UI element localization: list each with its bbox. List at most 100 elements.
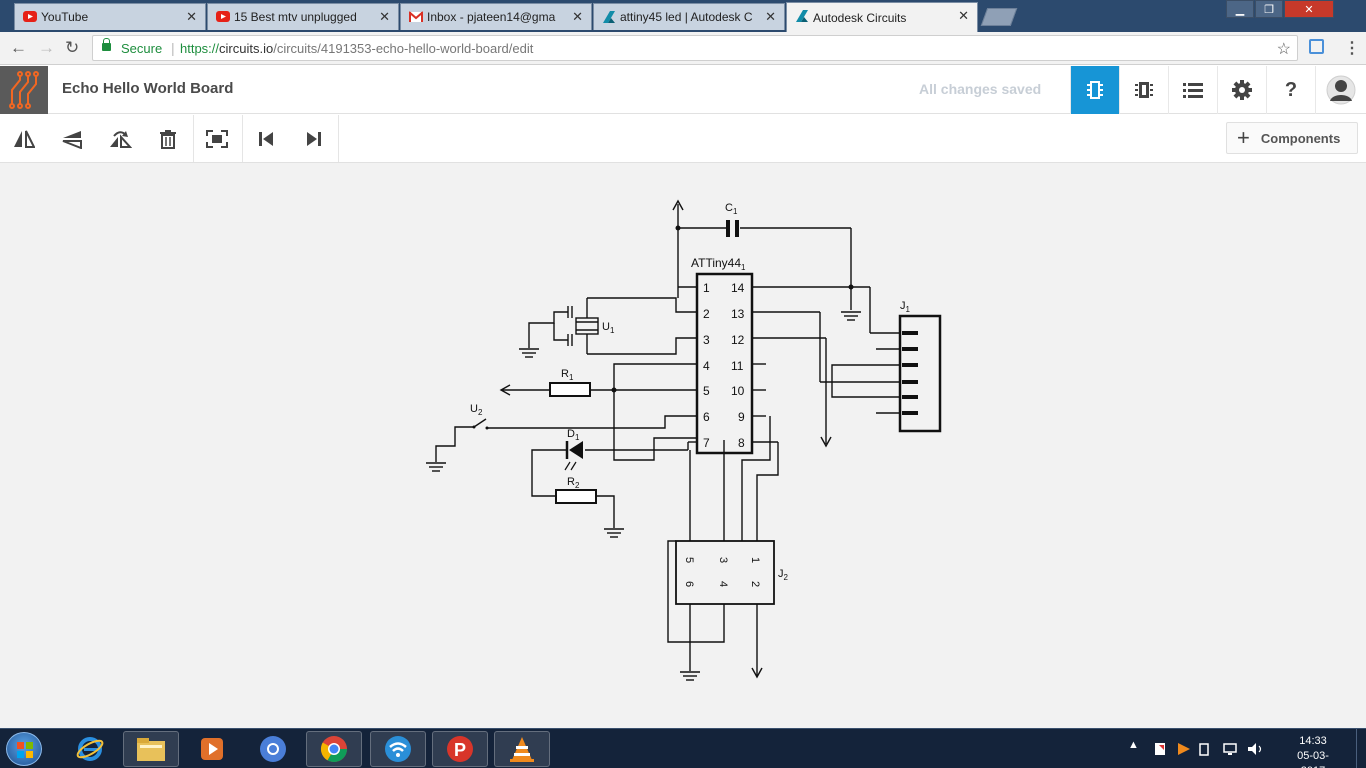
tab-title: Inbox - pjateen14@gma	[427, 10, 556, 24]
windows-logo-icon	[17, 742, 33, 758]
network-icon[interactable]	[1223, 743, 1237, 755]
j2-pin-label: 2	[749, 581, 761, 587]
step-back-icon	[259, 131, 273, 146]
tab-title: attiny45 led | Autodesk C	[620, 10, 753, 24]
schematic-canvas[interactable]: C1 ATTiny441 1 2 3 4 5 6 7 14 13 12 11 1…	[0, 163, 1366, 728]
tab-mtv-unplugged[interactable]: 15 Best mtv unplugged ✕	[207, 3, 399, 30]
add-components-button[interactable]: + Components	[1226, 122, 1358, 154]
tab-gmail-inbox[interactable]: Inbox - pjateen14@gma ✕	[400, 3, 592, 30]
browser-menu-icon[interactable]: ⋮	[1344, 38, 1360, 58]
tab-autodesk-circuits[interactable]: Autodesk Circuits ✕	[786, 2, 978, 32]
pcb-view-button[interactable]	[1119, 66, 1168, 114]
close-icon[interactable]: ✕	[379, 9, 390, 25]
url-separator: |	[171, 40, 175, 56]
tray-device-icon[interactable]	[1199, 743, 1209, 756]
j2-pin-label: 4	[717, 581, 729, 587]
led-d1[interactable]: D1	[564, 428, 583, 471]
vlc-icon	[510, 737, 534, 762]
tab-youtube[interactable]: YouTube ✕	[14, 3, 206, 30]
u1-label: U1	[602, 321, 615, 335]
step-forward-button[interactable]	[290, 115, 338, 162]
j2-pin-label: 1	[749, 557, 761, 563]
volume-icon[interactable]	[1248, 743, 1262, 755]
url-host: circuits.io	[219, 41, 274, 56]
tab-title: YouTube	[41, 10, 89, 24]
taskbar-file-explorer[interactable]	[123, 731, 179, 767]
psiphon-icon: P	[447, 736, 473, 762]
app-header: Echo Hello World Board All changes saved	[0, 66, 1366, 114]
back-icon[interactable]: ←	[10, 38, 27, 58]
rotate-button[interactable]	[96, 115, 144, 162]
maximize-button[interactable]: ❐	[1255, 0, 1283, 18]
close-icon[interactable]: ✕	[765, 9, 776, 25]
header-j1[interactable]: J1	[898, 300, 942, 433]
resonator-u1[interactable]: U1	[567, 306, 615, 346]
start-button[interactable]	[6, 732, 42, 766]
youtube-icon	[216, 11, 230, 22]
taskbar-chrome[interactable]	[306, 731, 362, 767]
bookmark-star-icon[interactable]: ☆	[1277, 39, 1291, 59]
action-center-icon[interactable]	[1155, 743, 1165, 755]
help-button[interactable]: ?	[1266, 66, 1315, 114]
chip-label: ATTiny441	[691, 256, 746, 272]
close-window-button[interactable]: ✕	[1284, 0, 1334, 18]
chromium-icon	[260, 736, 286, 762]
windows-taskbar: P ▲ 14:33 05-03-2017	[0, 728, 1366, 768]
taskbar-psiphon[interactable]: P	[432, 731, 488, 767]
url-input[interactable]: Secure | https://circuits.io/circuits/41…	[92, 35, 1298, 61]
taskbar-internet-explorer[interactable]	[62, 731, 118, 767]
flip-horizontal-button[interactable]	[0, 115, 48, 162]
gmail-icon	[409, 11, 423, 22]
trash-icon	[160, 129, 176, 149]
list-view-button[interactable]	[1168, 66, 1217, 114]
switch-u2[interactable]: U2	[470, 403, 489, 430]
step-back-button[interactable]	[242, 115, 290, 162]
c1-label: C1	[725, 202, 738, 216]
close-icon[interactable]: ✕	[572, 9, 583, 25]
pin-label: 2	[703, 307, 710, 321]
resistor-r2[interactable]	[555, 489, 597, 504]
tab-attiny45-led[interactable]: attiny45 led | Autodesk C ✕	[593, 3, 785, 30]
j1-label: J1	[900, 300, 911, 314]
minimize-button[interactable]: ▁	[1226, 0, 1254, 18]
schematic-view-button[interactable]	[1070, 66, 1119, 114]
pin-label: 8	[738, 436, 745, 450]
pin-label: 14	[731, 281, 745, 295]
user-avatar-icon	[1326, 75, 1356, 105]
chrome-icon	[320, 736, 348, 763]
taskbar-vlc[interactable]	[494, 731, 550, 767]
forward-icon[interactable]: →	[38, 38, 55, 58]
list-icon	[1183, 83, 1203, 98]
show-desktop-button[interactable]	[1356, 729, 1366, 768]
taskbar-media-player[interactable]	[184, 731, 240, 767]
flip-vertical-icon	[62, 130, 82, 149]
step-forward-icon	[307, 131, 321, 146]
browser-tab-strip: YouTube ✕ 15 Best mtv unplugged ✕ Inbox …	[0, 0, 1366, 32]
schematic-drawing[interactable]: C1 ATTiny441 1 2 3 4 5 6 7 14 13 12 11 1…	[0, 163, 1366, 728]
close-icon[interactable]: ✕	[958, 8, 969, 24]
url-protocol: https://	[180, 41, 220, 56]
resistor-r1[interactable]	[549, 382, 591, 397]
settings-button[interactable]	[1217, 66, 1266, 114]
extension-icon[interactable]	[1309, 39, 1324, 54]
close-icon[interactable]: ✕	[186, 9, 197, 25]
file-explorer-icon	[137, 738, 165, 761]
delete-button[interactable]	[144, 115, 192, 162]
fit-to-screen-button[interactable]	[193, 115, 241, 162]
taskbar-wifi-app[interactable]	[370, 731, 426, 767]
tray-app-icon[interactable]	[1178, 743, 1190, 755]
taskbar-clock[interactable]: 14:33 05-03-2017	[1286, 734, 1340, 768]
tray-expand-icon[interactable]: ▲	[1128, 739, 1139, 751]
circuits-logo[interactable]	[0, 66, 48, 114]
tray-icons	[1155, 743, 1262, 756]
project-title[interactable]: Echo Hello World Board	[62, 80, 233, 97]
d1-label: D1	[567, 428, 580, 442]
new-tab-button[interactable]	[980, 8, 1018, 26]
user-menu-button[interactable]	[1315, 66, 1366, 114]
secure-label: Secure	[121, 41, 163, 56]
flip-vertical-button[interactable]	[48, 115, 96, 162]
header-j2[interactable]: 1 2 3 4 5 6 J2	[675, 540, 789, 605]
reload-icon[interactable]: ↻	[65, 38, 79, 58]
pin-label: 10	[731, 384, 745, 398]
taskbar-chromium[interactable]	[245, 731, 301, 767]
